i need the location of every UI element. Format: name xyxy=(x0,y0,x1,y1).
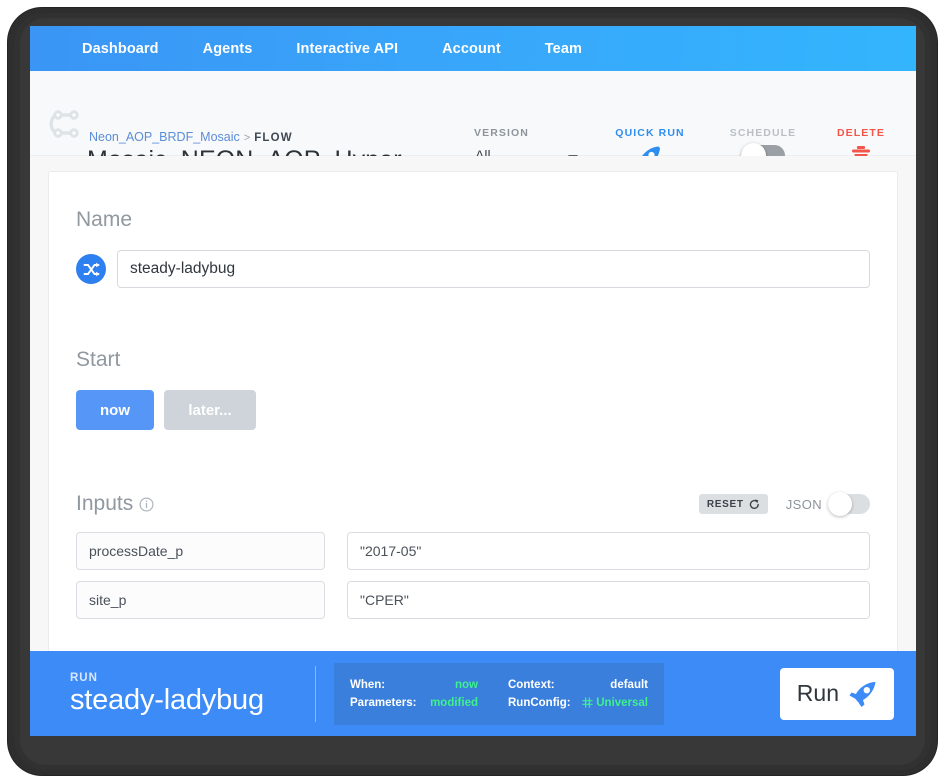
summary-runconfig-value-group: Universal xyxy=(582,697,648,709)
version-label: VERSION xyxy=(474,127,529,139)
schedule-label: SCHEDULE xyxy=(729,127,797,139)
name-section-title: Name xyxy=(76,208,133,231)
inputs-header: Inputs RESET JSON xyxy=(76,492,870,516)
summary-when-label: When: xyxy=(350,678,386,691)
breadcrumb: Neon_AOP_BRDF_Mosaic > FLOW xyxy=(89,130,293,144)
summary-context: Context: default xyxy=(508,679,648,691)
input-param-row xyxy=(76,532,870,570)
start-options: now later... xyxy=(76,390,870,430)
run-button-label: Run xyxy=(796,680,839,706)
app-screen: Dashboard Agents Interactive API Account… xyxy=(30,26,916,736)
delete-label: DELETE xyxy=(836,127,886,139)
inputs-title-text: Inputs xyxy=(76,492,134,515)
flow-run-name-input[interactable] xyxy=(117,250,870,288)
nav-item-agents[interactable]: Agents xyxy=(181,41,275,57)
start-later-button[interactable]: later... xyxy=(164,390,256,430)
summary-when-value: now xyxy=(455,678,478,691)
refresh-icon xyxy=(749,498,759,509)
nav-item-interactive-api[interactable]: Interactive API xyxy=(274,41,420,57)
summary-parameters: Parameters: modified xyxy=(350,697,478,709)
nav-item-dashboard[interactable]: Dashboard xyxy=(60,41,181,57)
shuffle-icon xyxy=(83,262,99,276)
run-bar: RUN steady-ladybug When: now Parameters:… xyxy=(30,651,916,736)
start-section-title: Start xyxy=(76,348,121,371)
inputs-section-title: Inputs xyxy=(76,492,154,516)
input-param-value[interactable] xyxy=(347,581,870,619)
run-name-text: steady-ladybug xyxy=(70,683,264,716)
json-toggle[interactable] xyxy=(828,492,870,516)
run-name-block: RUN steady-ladybug xyxy=(70,672,315,715)
summary-runconfig-label: RunConfig: xyxy=(508,696,571,709)
summary-when: When: now xyxy=(350,679,478,691)
page-body: Name Start now lat xyxy=(30,156,916,736)
json-toggle-group: JSON xyxy=(785,492,870,516)
server-icon xyxy=(582,697,593,708)
shuffle-name-button[interactable] xyxy=(76,254,106,284)
info-icon[interactable] xyxy=(139,496,154,512)
input-param-key[interactable] xyxy=(76,532,325,570)
run-summary-column-left: When: now Parameters: modified xyxy=(350,679,478,709)
summary-context-label: Context: xyxy=(508,678,555,691)
toggle-knob xyxy=(828,492,852,516)
summary-parameters-label: Parameters: xyxy=(350,696,417,709)
summary-parameters-value: modified xyxy=(430,696,478,709)
reset-inputs-button[interactable]: RESET xyxy=(698,494,768,514)
input-param-row xyxy=(76,581,870,619)
input-param-value[interactable] xyxy=(347,532,870,570)
summary-runconfig: RunConfig: Universal xyxy=(508,697,648,709)
run-summary-panel: When: now Parameters: modified Context: … xyxy=(334,662,664,725)
flow-graph-icon xyxy=(49,110,79,138)
nav-item-team[interactable]: Team xyxy=(523,41,604,57)
breadcrumb-kind: FLOW xyxy=(254,132,293,144)
top-navigation-bar: Dashboard Agents Interactive API Account… xyxy=(30,26,916,71)
run-divider xyxy=(315,665,316,722)
summary-context-value: default xyxy=(610,678,648,691)
run-kicker-label: RUN xyxy=(70,671,98,684)
reset-label: RESET xyxy=(706,498,744,510)
inputs-actions: RESET JSON xyxy=(698,492,870,516)
flow-header: Neon_AOP_BRDF_Mosaic>FLOW Mosaic_NEON_AO… xyxy=(30,71,916,175)
json-label: JSON xyxy=(785,496,822,512)
input-param-key[interactable] xyxy=(76,581,325,619)
name-row xyxy=(76,250,870,288)
breadcrumb-project-link[interactable]: Neon_AOP_BRDF_Mosaic xyxy=(89,130,240,144)
breadcrumb-separator: > xyxy=(243,132,251,144)
start-now-button[interactable]: now xyxy=(76,390,154,430)
run-button[interactable]: Run xyxy=(779,667,894,720)
rocket-icon xyxy=(849,681,876,707)
run-summary-column-right: Context: default RunConfig: Universal xyxy=(508,679,648,709)
summary-runconfig-value: Universal xyxy=(596,696,648,709)
quick-run-label: QUICK RUN xyxy=(615,127,685,139)
nav-item-account[interactable]: Account xyxy=(420,41,523,57)
